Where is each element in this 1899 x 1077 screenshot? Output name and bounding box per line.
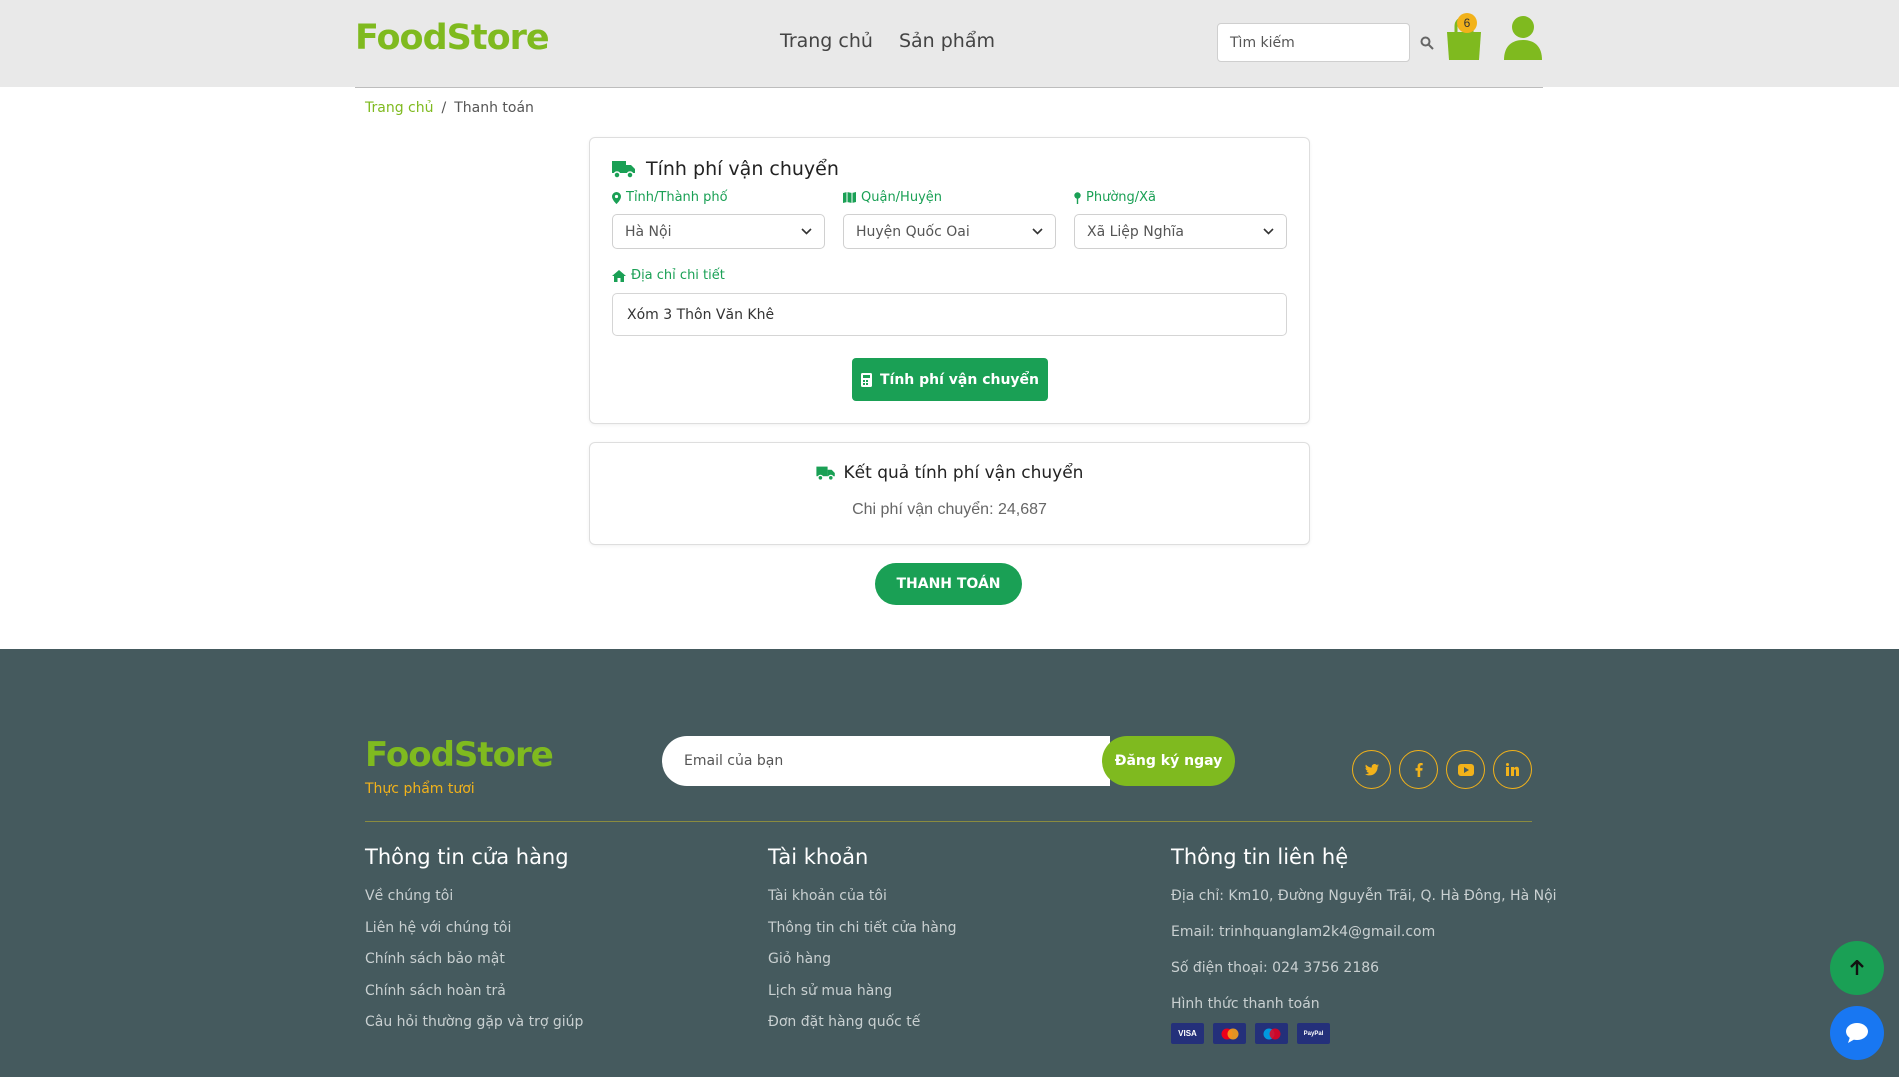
shipping-title: Tính phí vận chuyển: [612, 158, 839, 180]
ward-label-text: Phường/Xã: [1086, 190, 1157, 205]
ward-label: Phường/Xã: [1074, 190, 1156, 205]
ward-select[interactable]: Xã Liệp Nghĩa: [1074, 214, 1287, 249]
payment-methods-title: Hình thức thanh toán: [1171, 996, 1320, 1012]
search-input[interactable]: Tìm kiếm: [1217, 23, 1410, 62]
nav-products[interactable]: Sản phẩm: [899, 30, 995, 52]
chat-bubble-icon: [1846, 1023, 1868, 1043]
footer-logo[interactable]: FoodStore: [365, 735, 554, 775]
contact-email: Email: trinhquanglam2k4@gmail.com: [1171, 924, 1436, 940]
calculate-shipping-button[interactable]: Tính phí vận chuyển: [852, 358, 1048, 401]
province-value: Hà Nội: [625, 223, 672, 240]
payment-methods: VISA PayPal: [1171, 1023, 1557, 1044]
newsletter-placeholder: Email của bạn: [684, 753, 784, 769]
province-select[interactable]: Hà Nội: [612, 214, 825, 249]
paypal-icon: PayPal: [1297, 1023, 1330, 1044]
footer-col-title: Thông tin liên hệ: [1171, 845, 1349, 869]
address-input[interactable]: Xóm 3 Thôn Văn Khê: [612, 293, 1287, 336]
user-icon[interactable]: [1502, 14, 1544, 62]
district-value: Huyện Quốc Oai: [856, 223, 970, 240]
chevron-down-icon: [1032, 228, 1043, 235]
truck-icon: [815, 466, 835, 481]
map-marker-icon: [612, 191, 621, 204]
contact-phone: Số điện thoại: 024 3756 2186: [1171, 960, 1380, 976]
newsletter-subscribe-button[interactable]: Đăng ký ngay: [1102, 736, 1235, 786]
breadcrumb-current: Thanh toán: [454, 100, 534, 116]
district-label: Quận/Huyện: [843, 190, 942, 205]
footer-link[interactable]: Chính sách bảo mật: [365, 950, 583, 982]
address-value: Xóm 3 Thôn Văn Khê: [627, 306, 775, 323]
map-icon: [843, 192, 856, 203]
mastercard-icon: [1213, 1023, 1246, 1044]
footer-col-contact: Thông tin liên hệ Địa chỉ: Km10, Đường N…: [1171, 845, 1557, 1044]
footer-col-title: Thông tin cửa hàng: [365, 845, 569, 869]
calculator-icon: [860, 372, 872, 387]
shipping-title-text: Tính phí vận chuyển: [646, 158, 839, 180]
footer-link[interactable]: Về chúng tôi: [365, 887, 583, 919]
linkedin-icon[interactable]: [1493, 750, 1532, 789]
contact-address: Địa chỉ: Km10, Đường Nguyễn Trãi, Q. Hà …: [1171, 888, 1557, 904]
province-label: Tỉnh/Thành phố: [612, 190, 728, 205]
footer-link[interactable]: Giỏ hàng: [768, 950, 957, 982]
shipping-result-card: Kết quả tính phí vận chuyển Chi phí vận …: [589, 442, 1310, 545]
breadcrumb-home[interactable]: Trang chủ: [365, 100, 433, 116]
back-to-top-button[interactable]: [1830, 941, 1884, 995]
site-logo[interactable]: FoodStore: [355, 18, 550, 58]
result-title-text: Kết quả tính phí vận chuyển: [843, 463, 1084, 483]
footer-link[interactable]: Thông tin chi tiết cửa hàng: [768, 919, 957, 951]
chevron-down-icon: [1263, 228, 1274, 235]
arrow-up-icon: [1850, 960, 1864, 975]
district-select[interactable]: Huyện Quốc Oai: [843, 214, 1056, 249]
ward-value: Xã Liệp Nghĩa: [1087, 223, 1184, 240]
footer-tagline: Thực phẩm tươi: [365, 781, 475, 797]
footer-col-title: Tài khoản: [768, 845, 869, 869]
footer-link[interactable]: Liên hệ với chúng tôi: [365, 919, 583, 951]
shipping-calculator-card: Tính phí vận chuyển Tỉnh/Thành phố Hà Nộ…: [589, 137, 1310, 424]
footer-col-account: Tài khoản Tài khoản của tôi Thông tin ch…: [768, 845, 957, 1045]
footer-link[interactable]: Tài khoản của tôi: [768, 887, 957, 919]
search-icon[interactable]: [1414, 30, 1440, 56]
province-label-text: Tỉnh/Thành phố: [626, 190, 728, 205]
footer-link[interactable]: Lịch sử mua hàng: [768, 982, 957, 1014]
home-icon: [612, 269, 626, 282]
cart-count-badge: 6: [1457, 13, 1477, 33]
twitter-icon[interactable]: [1352, 750, 1391, 789]
map-pin-icon: [1074, 191, 1081, 204]
checkout-button[interactable]: THANH TOÁN: [875, 563, 1022, 605]
header-divider: [355, 87, 1543, 88]
shipping-cost-value: Chi phí vận chuyển: 24,687: [852, 501, 1047, 518]
footer-link[interactable]: Chính sách hoàn trả: [365, 982, 583, 1014]
visa-icon: VISA: [1171, 1023, 1204, 1044]
footer-col-store-info: Thông tin cửa hàng Về chúng tôi Liên hệ …: [365, 845, 583, 1045]
result-title: Kết quả tính phí vận chuyển: [590, 463, 1309, 483]
address-label: Địa chỉ chi tiết: [612, 268, 725, 283]
breadcrumb: Trang chủ / Thanh toán: [365, 100, 534, 116]
footer-link[interactable]: Đơn đặt hàng quốc tế: [768, 1013, 957, 1045]
breadcrumb-separator: /: [441, 100, 447, 116]
main-nav: Trang chủ Sản phẩm: [780, 30, 995, 52]
chat-button[interactable]: [1830, 1006, 1884, 1060]
maestro-icon: [1255, 1023, 1288, 1044]
district-label-text: Quận/Huyện: [861, 190, 943, 205]
truck-icon: [612, 161, 635, 179]
calculate-shipping-label: Tính phí vận chuyển: [879, 371, 1040, 388]
facebook-icon[interactable]: [1399, 750, 1438, 789]
footer-link[interactable]: Câu hỏi thường gặp và trợ giúp: [365, 1013, 583, 1045]
youtube-icon[interactable]: [1446, 750, 1485, 789]
newsletter-email-input[interactable]: Email của bạn: [662, 736, 1110, 786]
footer-divider: [365, 821, 1532, 822]
nav-home[interactable]: Trang chủ: [780, 30, 873, 52]
chevron-down-icon: [801, 228, 812, 235]
address-label-text: Địa chỉ chi tiết: [631, 268, 725, 283]
search-placeholder: Tìm kiếm: [1230, 34, 1295, 51]
